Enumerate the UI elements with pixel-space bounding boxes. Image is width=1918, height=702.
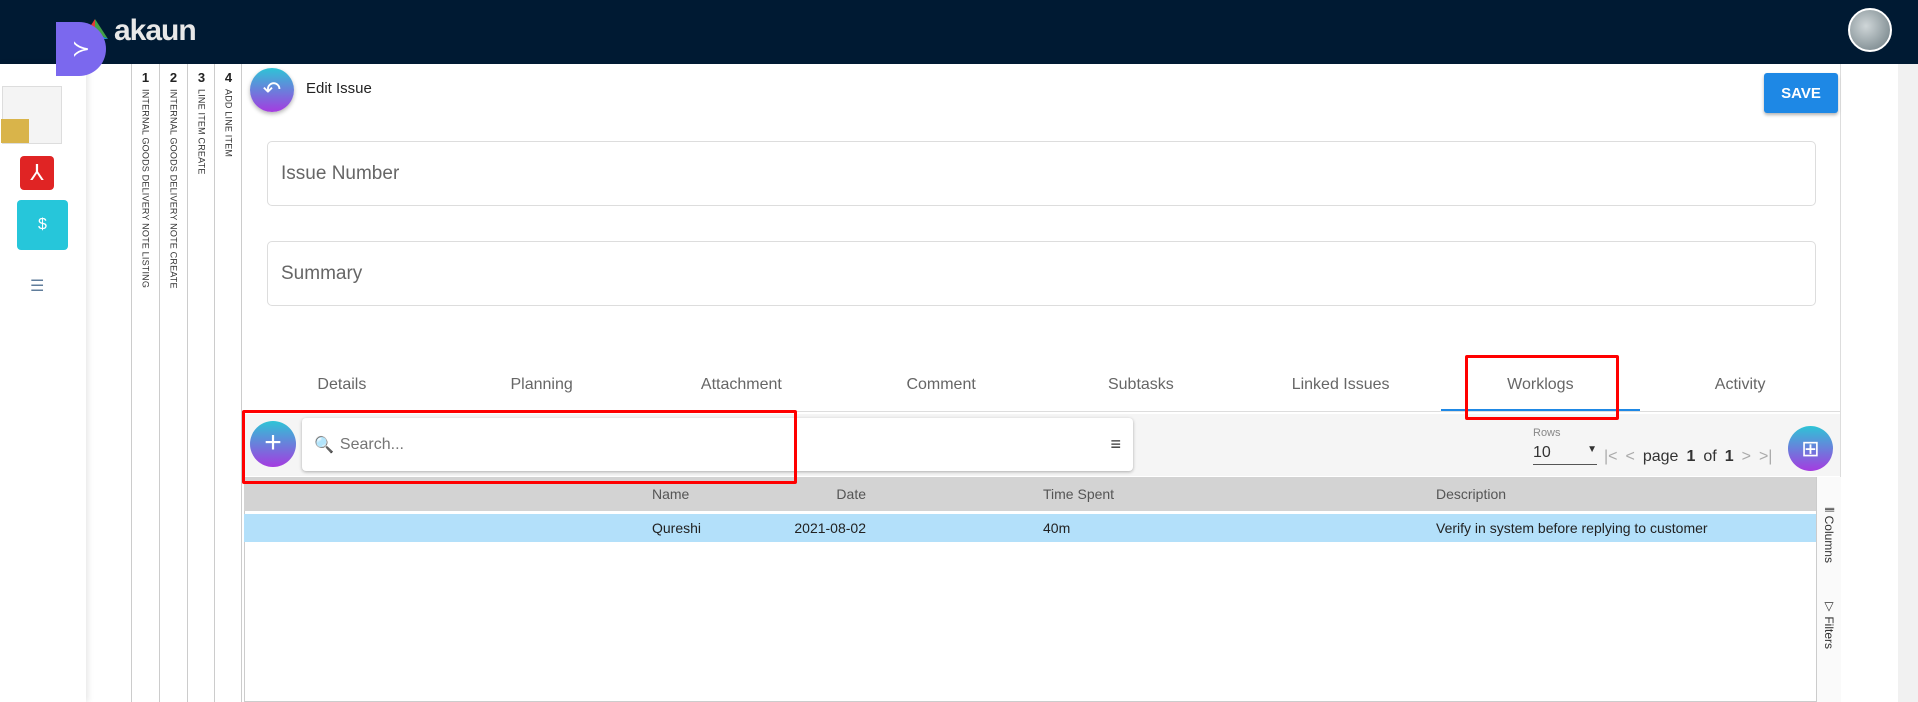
sidebar-toggle-button[interactable]: ≻ <box>56 22 106 76</box>
cell-name: Qureshi <box>652 520 702 536</box>
header-date[interactable]: Date <box>836 486 866 502</box>
columns-label: Columns <box>1822 515 1836 563</box>
pagination: |< < page 1 of 1 > >| <box>1604 448 1772 466</box>
current-page: 1 <box>1686 448 1696 465</box>
app-sidebar: ⅄ $ ☰ <box>0 64 86 702</box>
stepper-item-2[interactable]: 2 INTERNAL GOODS DELIVERY NOTE CREATE <box>159 64 187 702</box>
filters-label: Filters <box>1822 616 1836 650</box>
summary-field[interactable]: Summary <box>267 241 1816 306</box>
columns-tool-button[interactable]: ⦀ Columns <box>1822 507 1836 563</box>
rows-select[interactable]: 10 ▼ <box>1533 444 1597 465</box>
stepper-item-4[interactable]: 4 ADD LINE ITEM <box>214 64 242 702</box>
grid-view-button[interactable]: ⊞ <box>1788 426 1833 471</box>
cell-description: Verify in system before replying to cust… <box>1436 520 1708 536</box>
table-row[interactable]: 2021-08-02 Qureshi 40m Verify in system … <box>244 514 1816 542</box>
highlight-box-search <box>242 410 797 484</box>
step-number: 1 <box>141 70 150 85</box>
step-label: INTERNAL GOODS DELIVERY NOTE LISTING <box>140 89 151 289</box>
issue-number-label: Issue Number <box>281 162 400 184</box>
filters-tool-button[interactable]: ▽ Filters <box>1822 599 1836 649</box>
tab-attachment[interactable]: Attachment <box>642 366 842 411</box>
next-page-icon[interactable]: > <box>1742 448 1751 466</box>
summary-label: Summary <box>281 262 363 284</box>
prev-page-icon[interactable]: < <box>1626 448 1635 466</box>
avatar[interactable] <box>1848 8 1892 52</box>
logo-text: akaun <box>114 14 197 47</box>
page-title: Edit Issue <box>306 80 372 97</box>
cell-date: 2021-08-02 <box>794 520 866 536</box>
top-bar: akaun <box>0 0 1918 64</box>
highlight-box-worklogs <box>1465 355 1619 420</box>
rows-value: 10 <box>1533 444 1551 461</box>
header-time-spent[interactable]: Time Spent <box>1043 486 1114 502</box>
tab-comment[interactable]: Comment <box>841 366 1041 411</box>
header-name[interactable]: Name <box>652 486 689 502</box>
grid-side-panel: ⦀ Columns ▽ Filters <box>1816 477 1841 702</box>
page-scrollbar[interactable] <box>1898 64 1918 702</box>
rows-label: Rows <box>1533 427 1561 439</box>
stepper-item-1[interactable]: 1 INTERNAL GOODS DELIVERY NOTE LISTING <box>131 64 159 702</box>
billing-app-icon[interactable]: $ <box>17 200 68 250</box>
pdf-app-icon[interactable]: ⅄ <box>20 156 54 190</box>
tab-planning[interactable]: Planning <box>442 366 642 411</box>
total-pages: 1 <box>1724 448 1734 465</box>
dropdown-icon: ▼ <box>1587 444 1597 455</box>
stepper-item-3[interactable]: 3 LINE ITEM CREATE <box>187 64 215 702</box>
columns-icon: ⦀ <box>1822 507 1836 516</box>
filter-funnel-icon: ▽ <box>1822 599 1836 617</box>
page-word: page <box>1642 448 1679 465</box>
back-button[interactable]: ↶ <box>250 68 294 112</box>
step-label: INTERNAL GOODS DELIVERY NOTE CREATE <box>168 89 179 289</box>
of-word: of <box>1703 448 1717 465</box>
tab-subtasks[interactable]: Subtasks <box>1041 366 1241 411</box>
delivery-note-app-icon[interactable] <box>1 86 62 144</box>
tab-activity[interactable]: Activity <box>1640 366 1840 411</box>
tab-linked-issues[interactable]: Linked Issues <box>1241 366 1441 411</box>
header-description[interactable]: Description <box>1436 486 1506 502</box>
tab-details[interactable]: Details <box>242 366 442 411</box>
first-page-icon[interactable]: |< <box>1604 448 1618 466</box>
issue-number-field[interactable]: Issue Number <box>267 141 1816 206</box>
cell-time-spent: 40m <box>1043 520 1071 536</box>
step-number: 2 <box>169 70 178 85</box>
step-number: 4 <box>224 70 233 85</box>
step-label: LINE ITEM CREATE <box>196 89 207 175</box>
filter-icon[interactable]: ≡ <box>1110 434 1121 455</box>
step-label: ADD LINE ITEM <box>223 89 234 158</box>
save-button[interactable]: SAVE <box>1764 73 1838 113</box>
step-number: 3 <box>197 70 206 85</box>
last-page-icon[interactable]: >| <box>1759 448 1773 466</box>
list-icon[interactable]: ☰ <box>30 276 44 296</box>
